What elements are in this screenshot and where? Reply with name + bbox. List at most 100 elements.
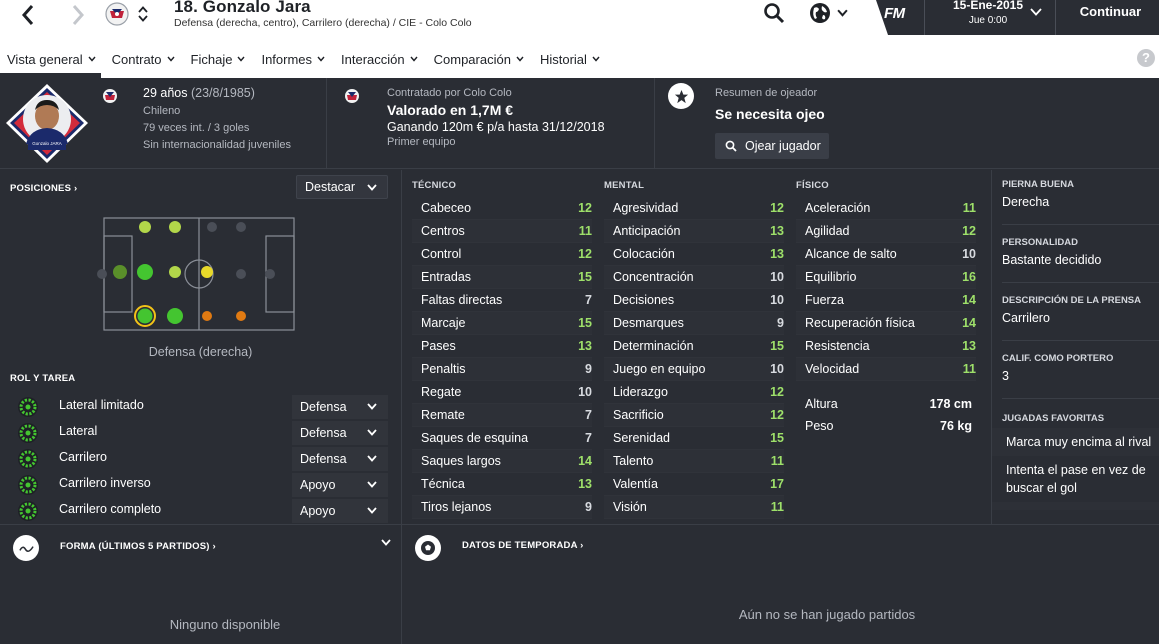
roles-label: ROL Y TAREA — [10, 373, 76, 384]
attribute-value: 12 — [962, 224, 976, 238]
attribute-row: Fuerza 14 — [796, 289, 976, 312]
duty-label: Defensa — [300, 452, 347, 466]
chevron-down-icon — [367, 403, 377, 410]
form-label[interactable]: FORMA (ÚLTIMOS 5 PARTIDOS) › — [60, 541, 216, 552]
globe-menu-button[interactable] — [809, 2, 851, 24]
scout-button-label: Ojear jugador — [745, 139, 821, 153]
tab-comparacion[interactable]: Comparación — [434, 48, 524, 70]
chevron-up-icon[interactable] — [138, 6, 148, 13]
attribute-row: Saques largos 14 — [412, 450, 592, 473]
attribute-row: Centros 11 — [412, 220, 592, 243]
season-label[interactable]: DATOS DE TEMPORADA › — [462, 540, 584, 551]
role-row[interactable]: Carrilero inverso Apoyo — [0, 472, 401, 498]
back-arrow-icon[interactable] — [16, 2, 40, 28]
attribute-row: Pases 13 — [412, 335, 592, 358]
media-description-value: Carrilero — [1002, 311, 1050, 325]
physical-list: Aceleración 11 Agilidad 12 Alcance de salto 1… — [796, 197, 976, 381]
attribute-row: Marcaje 15 — [412, 312, 592, 335]
attribute-value: 9 — [585, 362, 592, 376]
role-row[interactable]: Carrilero Defensa — [0, 446, 401, 472]
search-icon[interactable] — [763, 2, 785, 24]
attribute-row: Desmarques 9 — [604, 312, 784, 335]
attribute-name: Colocación — [613, 247, 675, 261]
chevron-down-icon — [367, 507, 377, 514]
player-switch-arrows[interactable] — [136, 1, 150, 27]
chevron-down-icon — [837, 9, 848, 17]
attribute-row: Colocación 13 — [604, 243, 784, 266]
attribute-row: Serenidad 15 — [604, 427, 784, 450]
role-row[interactable]: Lateral Defensa — [0, 420, 401, 446]
attribute-row: Decisiones 10 — [604, 289, 784, 312]
help-button[interactable]: ? — [1137, 49, 1155, 67]
duty-dropdown[interactable]: Defensa — [292, 395, 388, 419]
current-date[interactable]: 15-Ene-2015 — [938, 0, 1038, 12]
position-dot-ac — [139, 221, 151, 233]
chevron-down-icon[interactable] — [1030, 8, 1042, 16]
list-item: Marca muy encima al rival — [992, 428, 1159, 456]
attribute-value: 11 — [962, 201, 976, 215]
attribute-value: 14 — [962, 316, 976, 330]
tab-label: Interacción — [341, 51, 405, 67]
attribute-name: Alcance de salto — [805, 247, 897, 261]
divider — [654, 78, 655, 169]
continue-button[interactable]: Continuar — [1062, 4, 1159, 19]
attribute-value: 7 — [585, 431, 592, 445]
divider — [1002, 224, 1159, 225]
attribute-value: 16 — [962, 270, 976, 284]
form-panel: FORMA (ÚLTIMOS 5 PARTIDOS) › Ninguno dis… — [0, 524, 401, 644]
chevron-down-icon[interactable] — [138, 15, 148, 22]
attribute-value: 11 — [962, 362, 976, 376]
duty-dropdown[interactable]: Defensa — [292, 421, 388, 445]
globe-icon — [810, 3, 830, 23]
tab-informes[interactable]: Informes — [261, 48, 325, 70]
club-crest-icon — [345, 89, 359, 103]
duty-dropdown[interactable]: Apoyo — [292, 499, 388, 523]
club-crest-icon[interactable] — [104, 1, 130, 27]
positions-label[interactable]: POSICIONES › — [10, 183, 77, 194]
duty-dropdown[interactable]: Defensa — [292, 447, 388, 471]
role-row[interactable]: Carrilero completo Apoyo — [0, 498, 401, 524]
weight-row: Peso 76 kg — [796, 416, 976, 438]
tab-historial[interactable]: Historial — [540, 48, 600, 70]
attribute-name: Marcaje — [421, 316, 466, 330]
player-value: Valorado en 1,7M € — [387, 102, 514, 118]
personality-value: Bastante decidido — [1002, 253, 1102, 267]
attribute-name: Entradas — [421, 270, 472, 284]
mental-list: Agresividad 12 Anticipación 13 Colocación 13 C… — [604, 197, 784, 519]
preferred-foot-value: Derecha — [1002, 195, 1050, 209]
highlight-dropdown[interactable]: Destacar — [296, 175, 388, 199]
chevron-down-icon — [166, 56, 175, 62]
attribute-value: 12 — [770, 385, 784, 399]
attribute-value: 13 — [770, 247, 784, 261]
attribute-name: Equilibrio — [805, 270, 857, 284]
role-row[interactable]: Lateral limitado Defensa — [0, 394, 401, 420]
attribute-row: Liderazgo 12 — [604, 381, 784, 404]
attribute-value: 12 — [770, 408, 784, 422]
position-dot-mc-l — [169, 221, 181, 233]
attribute-name: Agilidad — [805, 224, 850, 238]
attribute-value: 7 — [585, 408, 592, 422]
attribute-name: Anticipación — [613, 224, 681, 238]
attribute-value: 13 — [962, 339, 976, 353]
star-icon — [668, 83, 694, 109]
tab-label: Contrato — [111, 51, 162, 67]
attribute-row: Recuperación física 14 — [796, 312, 976, 335]
chevron-down-icon[interactable] — [381, 539, 391, 546]
attribute-value: 10 — [770, 293, 784, 307]
duty-dropdown[interactable]: Apoyo — [292, 473, 388, 497]
tab-interaccion[interactable]: Interacción — [341, 48, 418, 70]
tab-contrato[interactable]: Contrato — [112, 48, 175, 70]
duty-label: Defensa — [300, 400, 347, 414]
attribute-value: 10 — [770, 270, 784, 284]
tab-vista-general[interactable]: Vista general — [7, 48, 96, 70]
fm-logo[interactable]: FM — [884, 5, 905, 22]
attribute-value: 12 — [578, 201, 592, 215]
attribute-row: Control 12 — [412, 243, 592, 266]
photo-caption: Gonzalo JARA — [32, 141, 62, 146]
duty-label: Apoyo — [300, 478, 336, 492]
tab-fichaje[interactable]: Fichaje — [191, 48, 246, 70]
forward-arrow-icon[interactable] — [66, 2, 90, 28]
nationality: Chileno — [143, 105, 181, 117]
scout-player-button[interactable]: Ojear jugador — [715, 133, 829, 159]
form-chart-icon — [13, 535, 39, 561]
